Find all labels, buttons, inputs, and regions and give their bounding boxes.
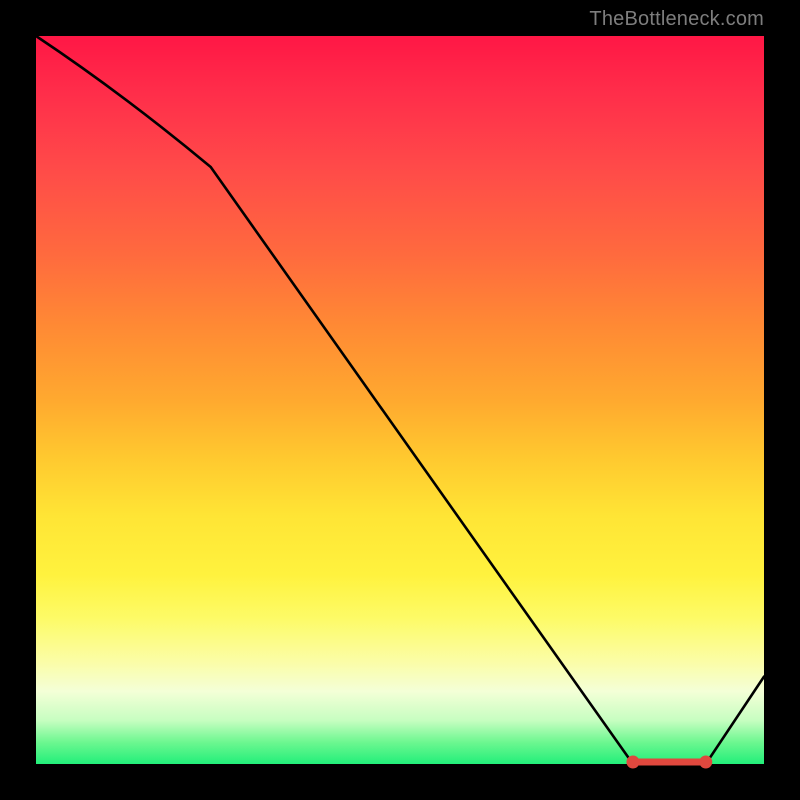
attribution-text: TheBottleneck.com [589,8,764,31]
curve-svg [36,36,764,764]
marker-end [700,756,712,768]
bottleneck-curve [36,36,764,764]
marker-group [627,756,712,768]
chart-frame: TheBottleneck.com [0,0,800,800]
plot-area [36,36,764,764]
